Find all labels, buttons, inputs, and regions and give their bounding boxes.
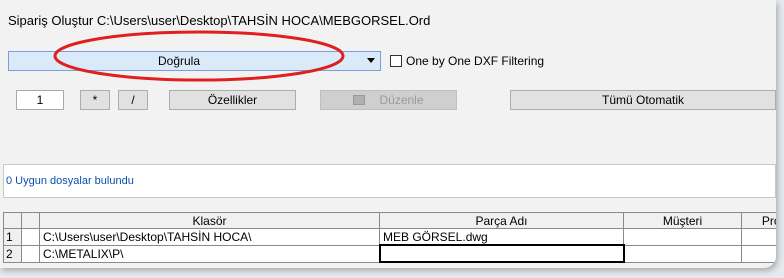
table-row[interactable]: 1 C:\Users\user\Desktop\TAHSİN HOCA\ MEB… <box>3 228 776 246</box>
column-header-folder[interactable]: Klasör <box>39 212 380 229</box>
edit-icon <box>353 94 366 105</box>
highlight-ellipse <box>53 30 345 82</box>
table-cell[interactable] <box>21 228 40 246</box>
quantity-input[interactable]: 1 <box>16 90 64 110</box>
multiply-button[interactable]: * <box>80 90 110 110</box>
status-panel: 0 Uygun dosyalar bulundu <box>3 164 776 198</box>
table-cell-project[interactable] <box>741 244 776 263</box>
status-message: 0 Uygun dosyalar bulundu <box>6 175 134 187</box>
edit-button[interactable]: Düzenle <box>320 90 457 110</box>
auto-all-button[interactable]: Tümü Otomatik <box>510 90 776 110</box>
table-cell-part-name[interactable]: MEB GÖRSEL.dwg <box>379 228 624 246</box>
table-cell-folder[interactable]: C:\METALIX\P\ <box>39 244 380 263</box>
edit-button-label: Düzenle <box>379 93 424 107</box>
dxf-filter-label: One by One DXF Filtering <box>406 54 545 68</box>
row-number[interactable]: 2 <box>3 244 22 263</box>
window-title: Sipariş Oluştur C:\Users\user\Desktop\TA… <box>8 13 431 28</box>
dxf-filter-checkbox[interactable] <box>390 55 402 67</box>
chevron-down-icon[interactable] <box>367 58 375 63</box>
properties-button[interactable]: Özellikler <box>169 90 296 110</box>
table-cell-customer[interactable] <box>623 228 742 246</box>
table-header-row: Klasör Parça Adı Müşteri Proj <box>3 212 776 229</box>
parts-table: Klasör Parça Adı Müşteri Proj 1 C:\Users… <box>3 212 776 263</box>
column-header-customer[interactable]: Müşteri <box>623 212 742 229</box>
column-header-project[interactable]: Proj <box>741 212 776 229</box>
table-row[interactable]: 2 C:\METALIX\P\ <box>3 244 776 263</box>
table-cell-project[interactable] <box>741 228 776 246</box>
table-cell-customer[interactable] <box>623 244 742 263</box>
header-cell <box>21 212 40 229</box>
table-cell-folder[interactable]: C:\Users\user\Desktop\TAHSİN HOCA\ <box>39 228 380 246</box>
row-number[interactable]: 1 <box>3 228 22 246</box>
column-header-part-name[interactable]: Parça Adı <box>379 212 624 229</box>
table-cell[interactable] <box>21 244 40 263</box>
table-cell-part-name-selected[interactable] <box>378 244 625 263</box>
corner-cell <box>3 212 22 229</box>
highlight-ellipse-annotation <box>53 30 345 82</box>
divide-button[interactable]: / <box>118 90 148 110</box>
